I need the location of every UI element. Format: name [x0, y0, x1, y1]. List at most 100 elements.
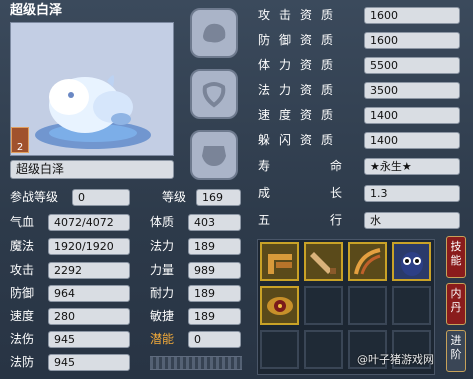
aptitude-mana-value: 3500 [370, 84, 398, 97]
pet-info-panel: 超级白泽 2 超级白泽 参战等级 0 等级 169 气血 4072/4072 魔… [0, 0, 473, 379]
skills-tab-button[interactable]: 技能 [446, 236, 466, 278]
stat-magic-damage-label: 法伤 [10, 332, 35, 346]
growth-value: 1.3 [370, 187, 388, 200]
skills-tab-label: 技能 [450, 240, 462, 267]
skill-slot-8[interactable] [392, 286, 431, 325]
stat-hp-value: 4072/4072 [54, 216, 114, 229]
growth-field: 1.3 [364, 185, 460, 202]
skill-slash-icon [353, 247, 380, 274]
collar-slot-icon [202, 82, 226, 108]
stat-mana-field: 189 [188, 238, 241, 255]
aptitude-speed-label: 速度资质 [258, 108, 343, 122]
skill-owl-icon [400, 251, 423, 276]
skill-slot-3[interactable] [348, 242, 387, 281]
grade-badge: 2 [11, 127, 29, 153]
watermark-text: @叶子猪游戏网 [357, 353, 434, 366]
stat-strength-value: 989 [194, 264, 215, 277]
stat-mp-field: 1920/1920 [48, 238, 130, 255]
stat-agility-value: 189 [194, 310, 215, 323]
stat-defense-value: 964 [54, 287, 75, 300]
stat-endurance-value: 189 [194, 287, 215, 300]
skill-slot-6[interactable] [304, 286, 343, 325]
stat-endurance-label: 耐力 [150, 286, 175, 300]
aptitude-attack-field: 1600 [364, 7, 460, 24]
aptitude-mana-field: 3500 [364, 82, 460, 99]
stat-mp-value: 1920/1920 [54, 240, 114, 253]
lifespan-value: ★永生★ [370, 160, 412, 173]
skill-slot-7[interactable] [348, 286, 387, 325]
growth-label-b: 长 [330, 186, 343, 200]
stat-defense-field: 964 [48, 285, 130, 302]
lifespan-label-a: 寿 [258, 159, 271, 173]
advance-tab-button[interactable]: 进阶 [446, 330, 466, 372]
aptitude-defense-value: 1600 [370, 34, 398, 47]
skill-eye-icon [266, 296, 293, 315]
stat-endurance-field: 189 [188, 285, 241, 302]
stat-magic-defense-field: 945 [48, 354, 130, 371]
stat-constitution-label: 体质 [150, 215, 175, 229]
stat-potential-field: 0 [188, 331, 241, 348]
white-lion-portrait [35, 75, 151, 149]
aptitude-defense-label: 防御资质 [258, 33, 343, 47]
stat-potential-value: 0 [194, 333, 201, 346]
skill-slot-5[interactable] [260, 286, 299, 325]
aptitude-dodge-value: 1400 [370, 134, 398, 147]
skill-slot-2[interactable] [304, 242, 343, 281]
stat-mana-label: 法力 [150, 239, 175, 253]
aptitude-stamina-label: 体力资质 [258, 58, 343, 72]
element-label-a: 五 [258, 213, 271, 227]
stat-constitution-value: 403 [194, 216, 215, 229]
skill-slot-9[interactable] [260, 330, 299, 369]
stat-mana-value: 189 [194, 240, 215, 253]
element-field: 水 [364, 212, 460, 229]
aptitude-speed-field: 1400 [364, 107, 460, 124]
aptitude-stamina-value: 5500 [370, 59, 398, 72]
level-field: 169 [196, 189, 241, 206]
aptitude-defense-field: 1600 [364, 32, 460, 49]
stat-agility-label: 敏捷 [150, 309, 175, 323]
stat-strength-field: 989 [188, 262, 241, 279]
neidan-tab-button[interactable]: 内丹 [446, 283, 466, 325]
stat-constitution-field: 403 [188, 214, 241, 231]
stat-hp-label: 气血 [10, 215, 35, 229]
skill-sword-icon [309, 251, 336, 274]
armor-slot-icon [202, 146, 226, 166]
helmet-slot-icon [203, 23, 226, 43]
pet-portrait: 2 [10, 22, 174, 156]
grade-badge-value: 2 [16, 142, 24, 153]
level-value: 169 [202, 191, 223, 204]
collar-slot[interactable] [190, 69, 238, 119]
aptitude-dodge-label: 躲闪资质 [258, 133, 343, 147]
battle-level-value: 0 [78, 191, 85, 204]
aptitude-mana-label: 法力资质 [258, 83, 343, 97]
skill-slot-10[interactable] [304, 330, 343, 369]
pet-title: 超级白泽 [10, 3, 63, 18]
stat-attack-label: 攻击 [10, 263, 35, 277]
stat-potential-label: 潜能 [150, 332, 175, 346]
helmet-slot[interactable] [190, 8, 238, 58]
neidan-tab-label: 内丹 [450, 287, 462, 314]
stat-mp-label: 魔法 [10, 239, 35, 253]
battle-level-label: 参战等级 [10, 190, 59, 204]
decorative-pattern-band [150, 356, 242, 370]
element-label-b: 行 [330, 213, 343, 227]
lifespan-label-b: 命 [330, 159, 343, 173]
aptitude-stamina-field: 5500 [364, 57, 460, 74]
advance-tab-label: 进阶 [450, 334, 462, 361]
stat-magic-damage-value: 945 [54, 333, 75, 346]
skill-slot-1[interactable] [260, 242, 299, 281]
skill-slot-4[interactable] [392, 242, 431, 281]
stat-magic-defense-label: 法防 [10, 355, 35, 369]
stat-strength-label: 力量 [150, 263, 175, 277]
armor-slot[interactable] [190, 130, 238, 180]
stat-agility-field: 189 [188, 308, 241, 325]
stat-magic-damage-field: 945 [48, 331, 130, 348]
stat-hp-field: 4072/4072 [48, 214, 130, 231]
pet-name-field[interactable]: 超级白泽 [10, 160, 174, 179]
stat-defense-label: 防御 [10, 286, 35, 300]
growth-label-a: 成 [258, 186, 271, 200]
stat-attack-field: 2292 [48, 262, 130, 279]
battle-level-field: 0 [72, 189, 130, 206]
lifespan-field: ★永生★ [364, 158, 460, 175]
stat-speed-label: 速度 [10, 309, 35, 323]
